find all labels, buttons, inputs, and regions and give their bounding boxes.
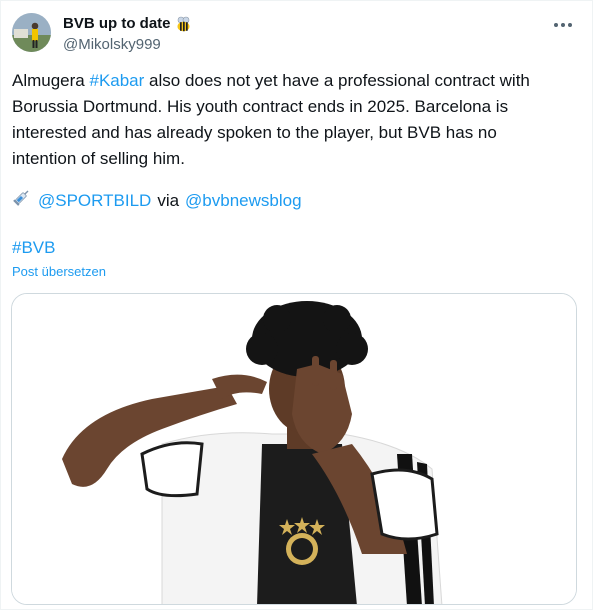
syringe-emoji-icon [12,187,32,215]
author-handle[interactable]: @Mikolsky999 [63,36,161,54]
author-display-name[interactable]: BVB up to date [63,15,171,33]
tweet-line: Almugera #Kabar also does not yet have a… [12,71,530,90]
avatar[interactable] [12,13,51,52]
mention-sportbild-link[interactable]: @SPORTBILD [38,188,151,214]
tweet-line: intention of selling him. [12,149,185,168]
via-text: via [157,191,180,210]
translate-post-link[interactable]: Post übersetzen [12,264,106,280]
mention-bvbnewsblog-link[interactable]: @bvbnewsblog [185,188,302,214]
tweet-line: Borussia Dortmund. His youth contract en… [12,97,509,116]
more-options-button[interactable] [552,15,574,35]
tweet-media-image[interactable] [11,293,577,605]
more-horizontal-icon [554,23,572,27]
hashtag-bvb-link[interactable]: #BVB [12,238,55,257]
tweet-line: interested and has already spoken to the… [12,123,497,142]
tweet-card[interactable]: BVB up to date @Mikolsky999 Almugera #Ka… [0,0,593,610]
bee-emoji-icon [175,16,192,33]
tweet-text: Almugera #Kabar also does not yet have a… [12,68,578,172]
source-line: @SPORTBILD via @bvbnewsblog [12,187,302,215]
hashtag-kabar-link[interactable]: #Kabar [89,71,144,90]
football-player-photo [12,294,576,604]
